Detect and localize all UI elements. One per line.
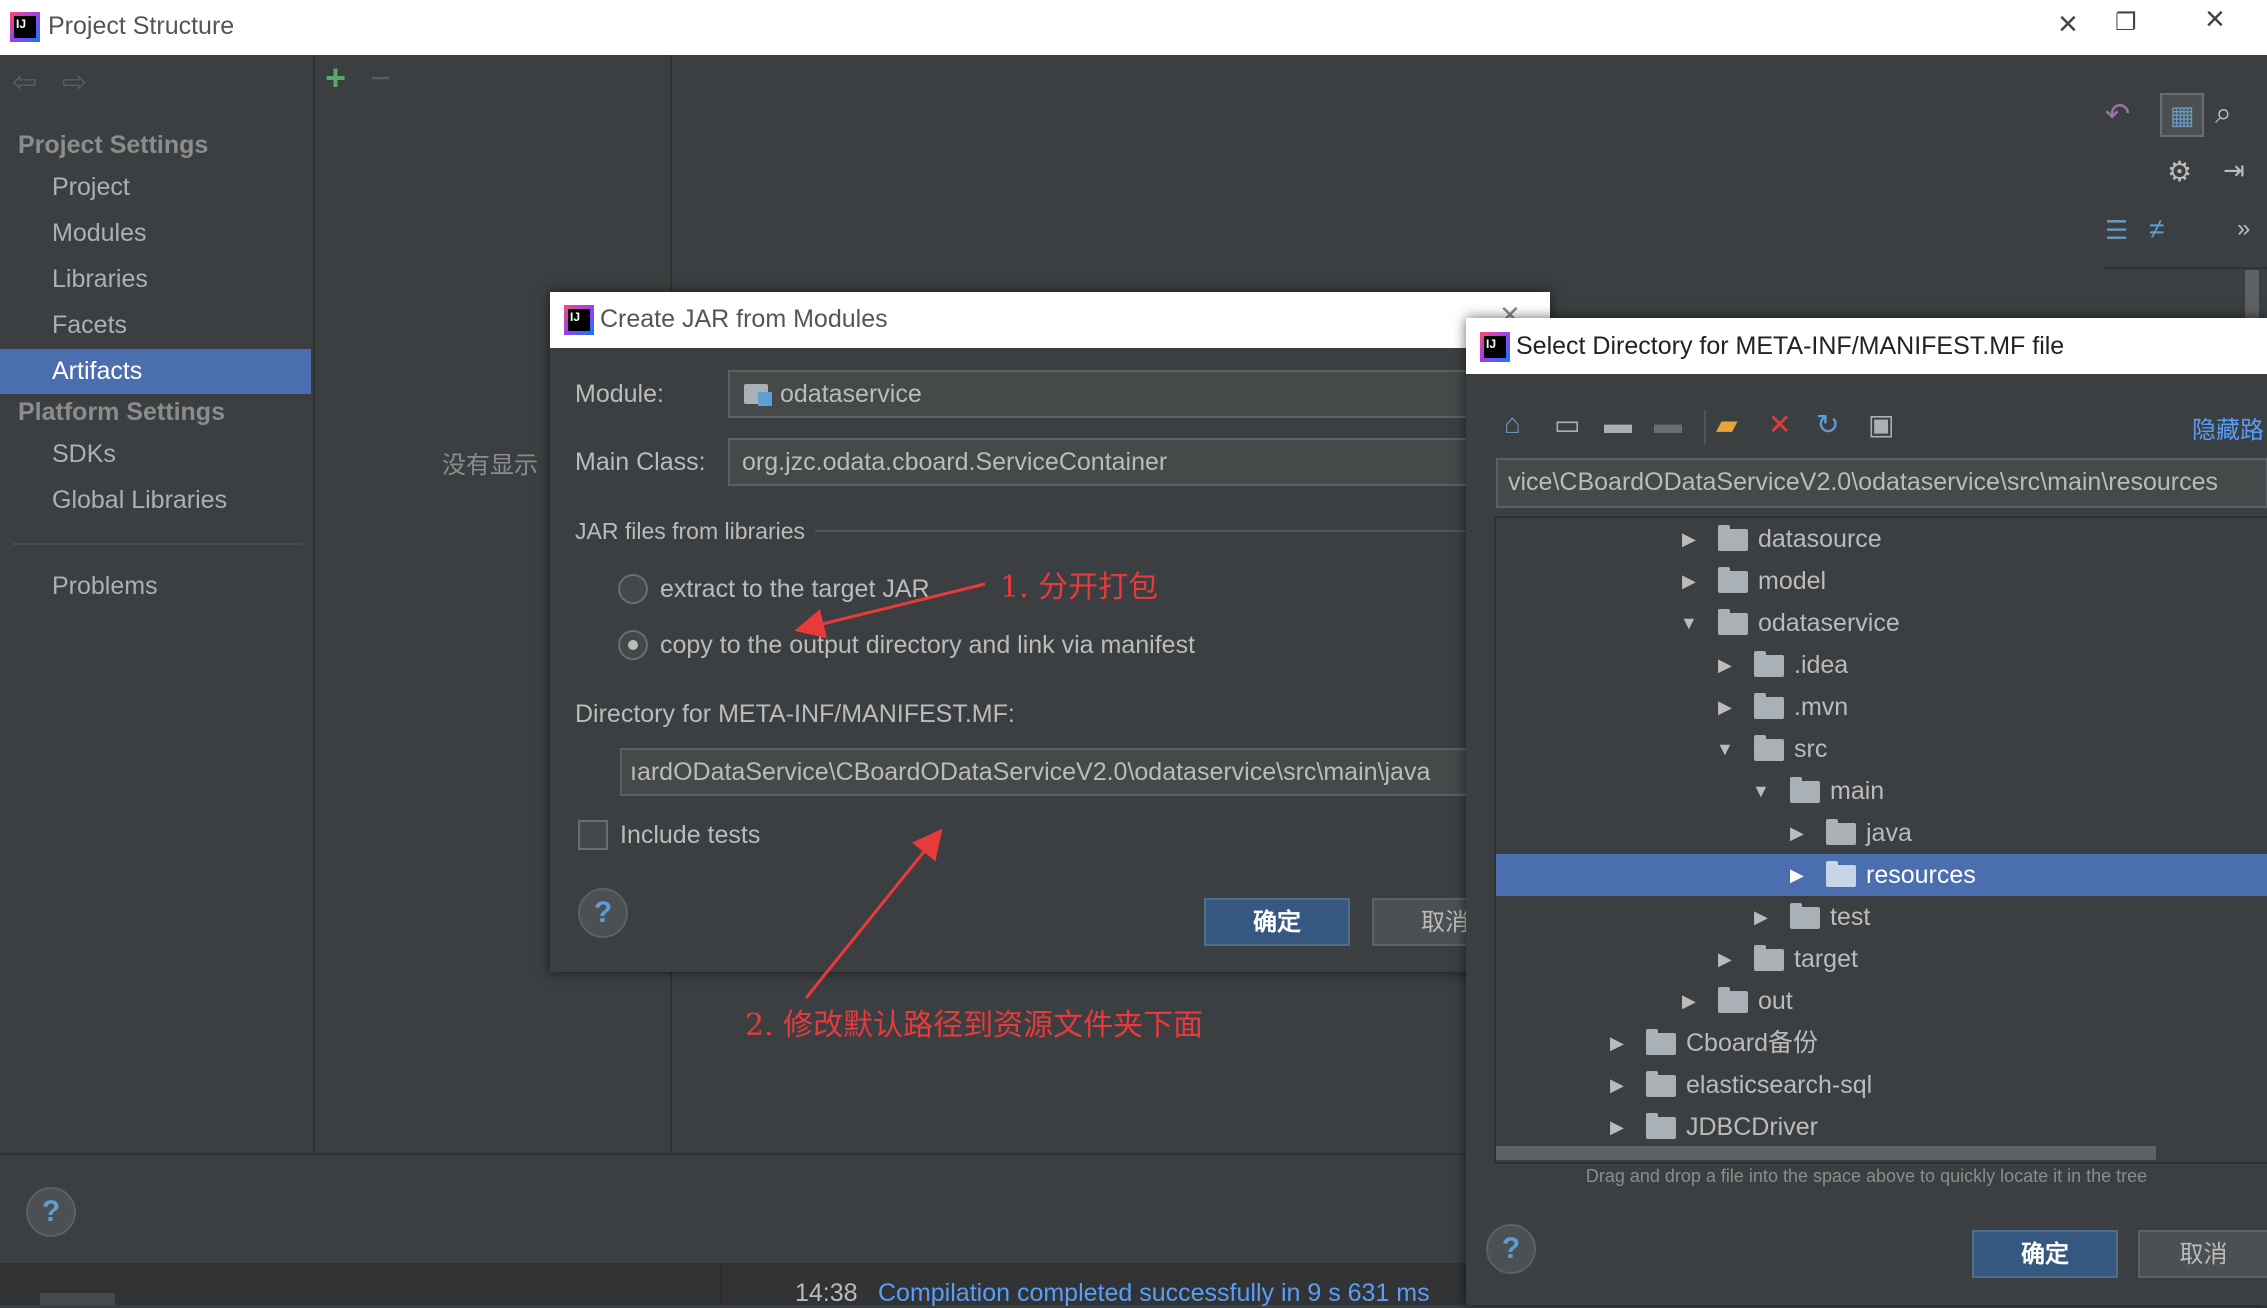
step2-annotation: 2. 修改默认路径到资源文件夹下面 xyxy=(745,1008,1204,1043)
annotation-arrows xyxy=(794,582,986,999)
step1-annotation: 1. 分开打包 xyxy=(1000,570,1159,605)
step1-arrow xyxy=(794,582,986,639)
step2-arrow xyxy=(804,828,943,999)
